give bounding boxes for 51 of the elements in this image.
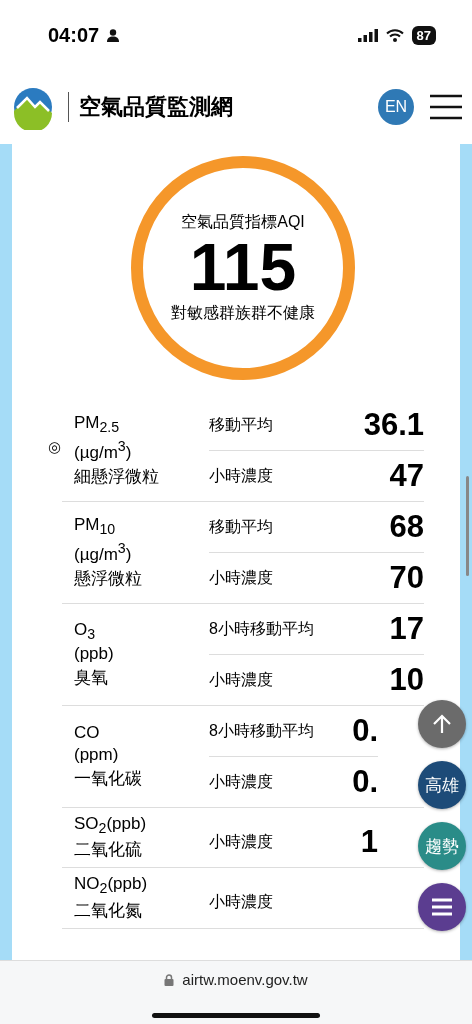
reading-label: 移動平均 (209, 414, 273, 435)
reading-value: 1 (360, 824, 378, 861)
pollutant-chinese-name: 懸浮微粒 (74, 567, 143, 590)
reading-label: 小時濃度 (209, 892, 273, 913)
reading-label: 小時濃度 (209, 669, 273, 690)
pollutant-chinese-name: 臭氧 (74, 667, 109, 690)
person-icon (107, 28, 120, 42)
aqi-value: 115 (189, 233, 297, 303)
pollutant-name: PM$_{10}$ (74, 515, 117, 538)
pollutant-chinese-name: 二氧化氮 (74, 899, 143, 922)
reading-value: 47 (389, 458, 424, 494)
pollutant-chinese-name: 細懸浮微粒 (74, 465, 160, 488)
up-arrow-icon (431, 713, 453, 735)
language-button[interactable]: EN (378, 89, 414, 125)
pollutant-name: SO$_{2}$(ppb) (74, 814, 148, 837)
pollutant-name: PM$_{2.5}$ (74, 413, 121, 436)
reading-value: 0. (352, 764, 378, 800)
pollutant-unit: (ppb) (74, 644, 115, 665)
pollutant-chinese-name: 一氧化碳 (74, 768, 143, 790)
marker-icon: ◎ (48, 438, 62, 456)
aqi-label: 空氣品質指標AQI (181, 212, 305, 233)
reading-value: 0. (352, 713, 378, 749)
reading-label: 小時濃度 (209, 831, 273, 852)
reading-label: 小時濃度 (209, 465, 273, 486)
reading-value: 17 (389, 611, 424, 647)
menu-icon (431, 898, 453, 916)
reading-label: 8小時移動平均 (209, 720, 314, 741)
pollutant-chinese-name: 二氧化硫 (74, 839, 143, 862)
pollutant-unit: (ppm) (74, 745, 120, 765)
aqi-status: 對敏感群族群不健康 (171, 302, 315, 323)
lock-icon (164, 973, 175, 986)
reading-label: 小時濃度 (209, 567, 273, 588)
pollutant-unit: (µg/m$^{3}$) (74, 437, 133, 463)
wifi-icon (385, 28, 404, 42)
reading-value: 10 (389, 662, 424, 698)
pollutant-name: NO$_{2}$(ppb) (74, 874, 149, 897)
reading-label: 移動平均 (209, 516, 273, 537)
site-title: 空氣品質監測網 (68, 92, 366, 122)
reading-label: 小時濃度 (209, 771, 273, 792)
reading-value: 36.1 (363, 407, 424, 443)
pollutant-name: O$_{3}$ (74, 619, 97, 643)
reading-label: 8小時移動平均 (209, 618, 314, 639)
url-text[interactable]: airtw.moenv.gov.tw (182, 971, 308, 988)
pollutant-unit: (µg/m$^{3}$) (74, 539, 133, 565)
battery-level: 87 (411, 25, 436, 45)
pollutant-name: CO (74, 723, 101, 743)
menu-icon (430, 94, 462, 120)
reading-value: 68 (389, 509, 424, 545)
clock: 04:07 (48, 23, 100, 47)
reading-value: 70 (389, 560, 424, 596)
signal-icon (357, 28, 378, 42)
